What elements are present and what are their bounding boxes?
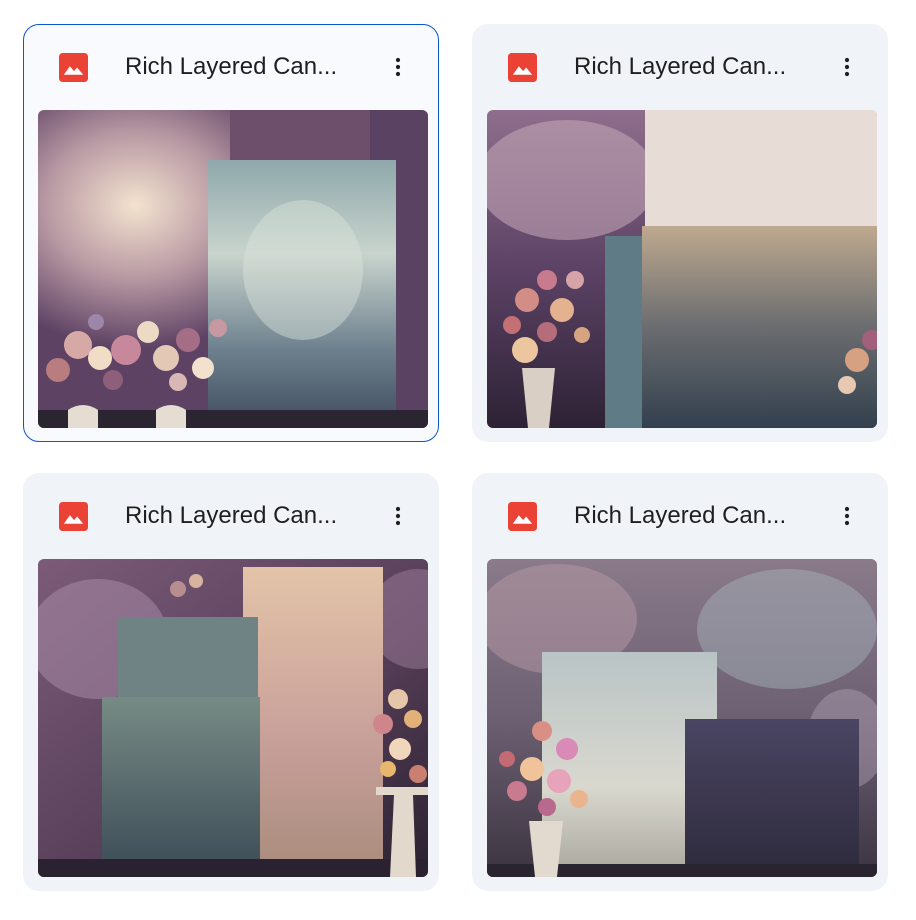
file-title[interactable]: Rich Layered Can... [125, 51, 365, 83]
image-file-icon [508, 502, 537, 531]
file-title[interactable]: Rich Layered Can... [125, 500, 365, 532]
image-file-icon [59, 502, 88, 531]
image-file-icon [59, 53, 88, 82]
file-card-header: Rich Layered Can... [23, 473, 439, 559]
file-card-header: Rich Layered Can... [472, 24, 888, 110]
file-thumbnail[interactable] [38, 559, 428, 877]
file-title[interactable]: Rich Layered Can... [574, 500, 814, 532]
more-actions-button[interactable] [826, 46, 868, 88]
more-vert-icon [835, 55, 859, 79]
more-vert-icon [835, 504, 859, 528]
more-actions-button[interactable] [826, 495, 868, 537]
file-title[interactable]: Rich Layered Can... [574, 51, 814, 83]
file-thumbnail[interactable] [487, 559, 877, 877]
more-actions-button[interactable] [377, 46, 419, 88]
file-card[interactable]: Rich Layered Can... [472, 24, 888, 442]
more-vert-icon [386, 55, 410, 79]
file-thumbnail[interactable] [487, 110, 877, 428]
file-card-header: Rich Layered Can... [24, 25, 438, 111]
more-actions-button[interactable] [377, 495, 419, 537]
more-vert-icon [386, 504, 410, 528]
file-card[interactable]: Rich Layered Can... [23, 24, 439, 442]
file-card-header: Rich Layered Can... [472, 473, 888, 559]
file-card[interactable]: Rich Layered Can... [23, 473, 439, 891]
file-card[interactable]: Rich Layered Can... [472, 473, 888, 891]
file-thumbnail[interactable] [38, 110, 428, 428]
image-file-icon [508, 53, 537, 82]
